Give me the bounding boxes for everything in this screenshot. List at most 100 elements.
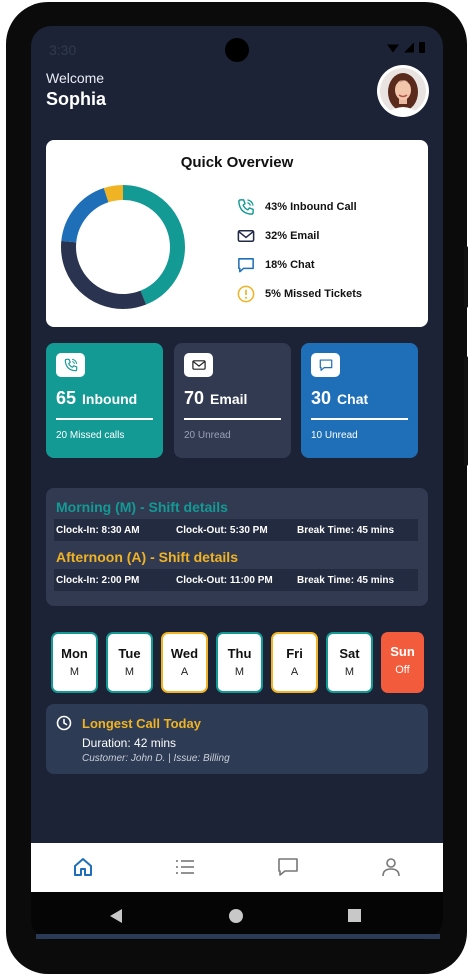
legend-item: 32% Email — [236, 221, 362, 250]
legend-item: 18% Chat — [236, 250, 362, 279]
day-sun[interactable]: Sun Off — [381, 632, 424, 693]
mail-icon — [191, 360, 206, 370]
shift-times-row: Clock-In: 2:00 PM Clock-Out: 11:00 PM Brea… — [54, 569, 418, 591]
recent-apps-icon[interactable] — [348, 909, 361, 922]
day-mon[interactable]: Mon M — [51, 632, 98, 693]
legend-text: 32% Email — [265, 229, 320, 242]
longest-call-card[interactable]: Longest Call Today Duration: 42 mins Cus… — [46, 704, 428, 774]
longest-call-duration: Duration: 42 mins — [82, 736, 177, 750]
break-time: Break Time: 45 mins — [297, 574, 395, 586]
stat-subtext: 20 Missed calls — [56, 430, 125, 441]
user-name: Sophia — [46, 89, 107, 109]
status-icons — [387, 42, 425, 53]
stat-number: 70 — [184, 388, 205, 408]
avatar[interactable] — [377, 65, 429, 117]
day-name: Mon — [61, 646, 88, 661]
day-shift-code: Off — [395, 664, 410, 676]
day-name: Tue — [118, 646, 141, 661]
stat-card-inbound[interactable]: 65 Inbound 20 Missed calls — [46, 343, 163, 458]
day-name: Sun — [390, 644, 415, 659]
chat-icon — [319, 359, 332, 371]
back-icon[interactable] — [110, 909, 122, 923]
profile-icon — [382, 858, 400, 877]
day-shift-code: M — [69, 666, 80, 678]
clock-out: Clock-Out: 5:30 PM — [176, 524, 268, 536]
stat-divider — [56, 418, 153, 420]
stat-card-email[interactable]: 70 Email 20 Unread — [174, 343, 291, 458]
stat-icon-box — [184, 353, 213, 377]
overview-legend: 43% Inbound Call 32% Email 18% Chat 5% Miss… — [236, 192, 362, 308]
clock-in: Clock-In: 2:00 PM — [56, 574, 140, 586]
shift-title: Morning (M) - Shift details — [56, 499, 228, 515]
home-icon — [74, 858, 92, 876]
status-time: 3:30 — [49, 42, 77, 58]
stat-number: 65 — [56, 388, 77, 408]
day-shift-code: M — [124, 666, 135, 678]
clock-out: Clock-Out: 11:00 PM — [176, 574, 273, 586]
alert-icon — [237, 285, 255, 302]
day-shift-code: M — [344, 666, 355, 678]
power-button — [464, 356, 468, 466]
tab-home[interactable] — [68, 852, 98, 882]
legend-item: 43% Inbound Call — [236, 192, 362, 221]
stat-label: Email — [210, 391, 248, 407]
day-name: Fri — [286, 646, 303, 661]
legend-item: 5% Missed Tickets — [236, 279, 362, 308]
day-shift-code: A — [180, 666, 189, 678]
stat-number: 30 — [311, 388, 332, 408]
legend-text: 43% Inbound Call — [265, 200, 357, 213]
avatar-image — [380, 68, 426, 114]
phone-icon — [238, 198, 254, 215]
day-name: Sat — [339, 646, 360, 661]
stat-divider — [184, 418, 281, 420]
legend-icon — [236, 226, 256, 246]
clock-in: Clock-In: 8:30 AM — [56, 524, 140, 536]
donut-chart — [61, 185, 185, 309]
list-icon — [176, 860, 194, 874]
longest-call-title: Longest Call Today — [82, 716, 201, 731]
shift-title: Afternoon (A) - Shift details — [56, 549, 238, 565]
stat-icon-box — [311, 353, 340, 377]
tab-list[interactable] — [170, 852, 200, 882]
break-time: Break Time: 45 mins — [297, 524, 395, 536]
home-nav-icon[interactable] — [229, 909, 243, 923]
bottom-bezel-strip — [36, 934, 440, 939]
overview-title: Quick Overview — [180, 154, 294, 171]
bottom-tab-bar — [31, 843, 443, 892]
shift-times-row: Clock-In: 8:30 AM Clock-Out: 5:30 PM Break… — [54, 519, 418, 541]
day-tue[interactable]: Tue M — [106, 632, 153, 693]
stat-subtext: 20 Unread — [184, 430, 231, 441]
stat-icon-box — [56, 353, 85, 377]
clock-icon — [56, 715, 72, 731]
legend-text: 18% Chat — [265, 258, 315, 271]
quick-overview-card: Quick Overview 43% Inbound Call 32% Email… — [46, 140, 428, 327]
phone-icon — [64, 358, 77, 372]
battery-icon — [419, 42, 425, 53]
stat-divider — [311, 418, 408, 420]
chat-icon — [278, 858, 298, 876]
day-name: Thu — [227, 646, 252, 661]
stat-label: Chat — [337, 391, 369, 407]
chat-icon — [238, 257, 254, 272]
day-fri[interactable]: Fri A — [271, 632, 318, 693]
mail-icon — [237, 229, 255, 242]
day-sat[interactable]: Sat M — [326, 632, 373, 693]
signal-icon — [404, 42, 414, 53]
legend-icon — [236, 284, 256, 304]
legend-icon — [236, 255, 256, 275]
day-shift-code: A — [290, 666, 299, 678]
legend-icon — [236, 197, 256, 217]
day-shift-code: M — [234, 666, 245, 678]
tab-chat[interactable] — [273, 852, 303, 882]
volume-button — [464, 246, 468, 308]
stat-subtext: 10 Unread — [311, 430, 358, 441]
day-name: Wed — [170, 646, 199, 661]
greeting: Welcome — [46, 70, 105, 86]
stat-card-chat[interactable]: 30 Chat 10 Unread — [301, 343, 418, 458]
status-bar: 3:30 — [31, 26, 443, 74]
longest-call-meta: Customer: John D. | Issue: Billing — [82, 753, 230, 764]
day-wed[interactable]: Wed A — [161, 632, 208, 693]
day-thu[interactable]: Thu M — [216, 632, 263, 693]
shift-details-card: Morning (M) - Shift details Clock-In: 8:3… — [46, 488, 428, 606]
tab-profile[interactable] — [376, 852, 406, 882]
